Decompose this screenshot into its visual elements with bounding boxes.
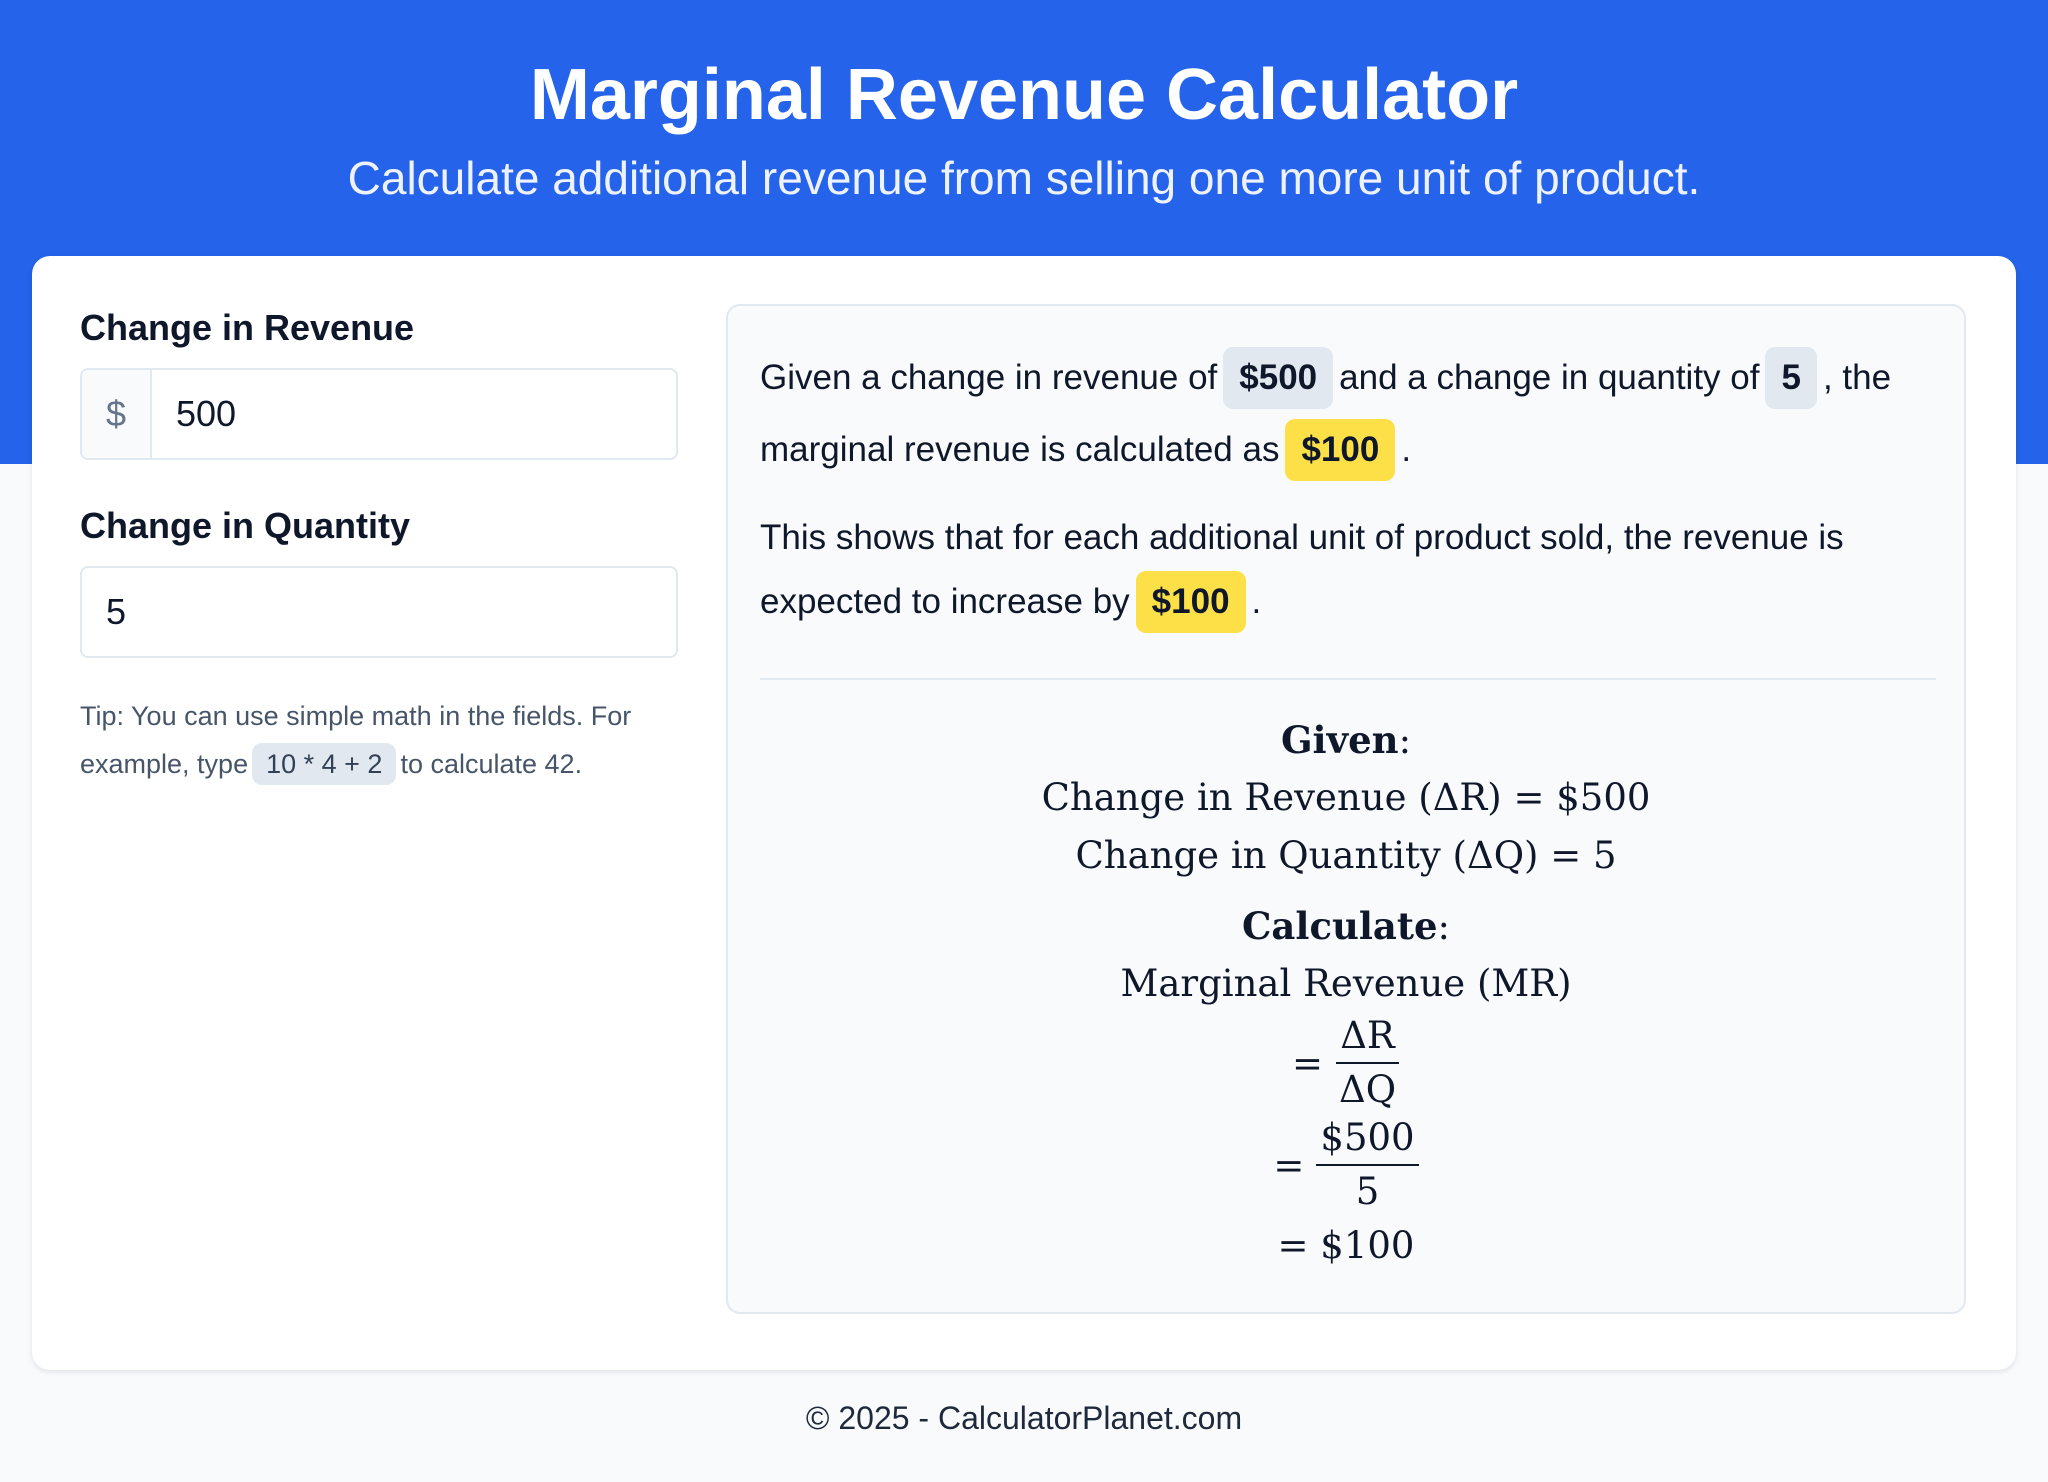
tip-text: Tip: You can use simple math in the fiel… bbox=[80, 692, 676, 788]
revenue-chip: $500 bbox=[1223, 347, 1334, 409]
revenue-input[interactable]: $ 500 bbox=[80, 368, 678, 460]
result-paragraph-1: Given a change in revenue of $500 and a ch… bbox=[760, 342, 1940, 486]
fraction-denominator: ΔQ bbox=[1338, 1068, 1397, 1111]
revenue-input-value[interactable]: 500 bbox=[152, 370, 236, 458]
divider bbox=[760, 678, 1936, 680]
equals-sign: = bbox=[1273, 1143, 1305, 1187]
fraction-numerator: ΔR bbox=[1336, 1014, 1399, 1064]
result-paragraph-2: This shows that for each additional unit… bbox=[760, 506, 1940, 634]
result-text: Given a change in revenue of bbox=[760, 358, 1218, 397]
formula-result: = $100 bbox=[1277, 1224, 1415, 1267]
quantity-label: Change in Quantity bbox=[80, 505, 411, 546]
formula-step-1: = ΔR ΔQ bbox=[728, 1014, 1964, 1112]
calculator-card: Change in Revenue $ 500 Change in Quanti… bbox=[32, 256, 2016, 1370]
marginal-revenue-chip: $100 bbox=[1135, 571, 1246, 633]
dollar-prefix: $ bbox=[82, 370, 152, 458]
fraction-numeric: $500 5 bbox=[1316, 1116, 1419, 1214]
result-panel: Given a change in revenue of $500 and a ch… bbox=[726, 304, 1966, 1314]
footer-copyright: © 2025 - CalculatorPlanet.com bbox=[805, 1400, 1243, 1436]
page-title: Marginal Revenue Calculator bbox=[529, 55, 1519, 135]
result-text: . bbox=[1401, 430, 1412, 469]
mr-label: Marginal Revenue (MR) bbox=[1120, 962, 1572, 1005]
tip-after: to calculate 42. bbox=[400, 749, 583, 779]
quantity-input-value[interactable]: 5 bbox=[82, 568, 126, 656]
tip-example: 10 * 4 + 2 bbox=[252, 743, 397, 785]
page-subtitle: Calculate additional revenue from sellin… bbox=[347, 152, 1701, 204]
fraction-denominator: 5 bbox=[1355, 1170, 1380, 1213]
formula-step-2: = $500 5 bbox=[728, 1116, 1964, 1214]
given-quantity-line: Change in Quantity (ΔQ) = 5 bbox=[1075, 834, 1617, 877]
calculate-heading: Calculate: bbox=[1241, 904, 1451, 948]
given-heading: Given: bbox=[1280, 718, 1412, 762]
quantity-input[interactable]: 5 bbox=[80, 566, 678, 658]
input-panel: Change in Revenue $ 500 Change in Quanti… bbox=[80, 306, 678, 788]
equals-sign: = bbox=[1291, 1041, 1323, 1085]
given-revenue-line: Change in Revenue (ΔR) = $500 bbox=[1041, 776, 1651, 819]
quantity-chip: 5 bbox=[1765, 347, 1817, 409]
revenue-label: Change in Revenue bbox=[80, 307, 415, 348]
marginal-revenue-chip: $100 bbox=[1285, 419, 1396, 481]
fraction-symbolic: ΔR ΔQ bbox=[1335, 1014, 1400, 1112]
result-text: . bbox=[1251, 582, 1262, 621]
result-text: and a change in quantity of bbox=[1339, 358, 1760, 397]
fraction-numerator: $500 bbox=[1316, 1116, 1419, 1166]
result-text: This shows that for each additional unit… bbox=[760, 518, 1844, 621]
